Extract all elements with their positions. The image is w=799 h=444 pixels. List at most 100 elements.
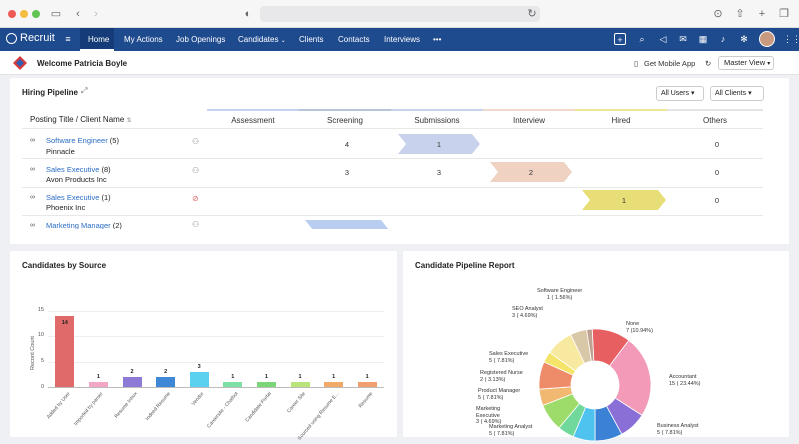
tab-my-actions[interactable]: My Actions — [124, 35, 163, 44]
menu-icon[interactable]: ≡ — [62, 33, 74, 45]
gridline — [48, 361, 384, 363]
pie-label-value: 5 ( 7.81%) — [489, 357, 515, 364]
gear-icon[interactable]: ✻ — [738, 33, 750, 45]
minimize-window-dot[interactable] — [20, 10, 28, 18]
bar-4[interactable] — [189, 371, 209, 387]
gridline — [48, 336, 384, 338]
add-user-icon[interactable]: ⚇ — [192, 220, 199, 229]
blocked-icon[interactable]: ⊘ — [192, 194, 199, 203]
mail-icon[interactable]: ✉ — [677, 33, 689, 45]
user-avatar[interactable] — [759, 31, 775, 47]
calendar-icon[interactable]: ▦ — [697, 33, 709, 45]
maximize-window-dot[interactable] — [32, 10, 40, 18]
others-count[interactable]: 0 — [707, 140, 727, 149]
table-row-partial: ∞ Marketing Manager (2) ⚇ — [22, 216, 763, 229]
screening-count[interactable]: 4 — [337, 140, 357, 149]
reload-icon[interactable]: ↻ — [524, 6, 540, 22]
add-icon[interactable]: + — [614, 33, 626, 45]
posting-title-header[interactable]: Posting Title / Client Name ⇅ — [30, 115, 132, 124]
bar-7[interactable] — [290, 381, 310, 387]
expand-icon[interactable]: ⤢ — [81, 86, 87, 96]
browser-toolbar: ▭ ‹ › ◐ ↻ ⊙ ⇧ + ❐ — [0, 0, 799, 28]
recruit-logo[interactable]: Recruit — [6, 32, 55, 44]
bar-value-label: 14 — [61, 320, 68, 327]
bar-6[interactable] — [256, 381, 276, 387]
bar-value-label: 1 — [332, 373, 336, 380]
assessment-chevron[interactable] — [305, 220, 389, 229]
pie-label-value: 1 ( 1.56%) — [546, 294, 573, 301]
chevron-value: 1 — [436, 140, 442, 149]
share-icon[interactable]: ⇧ — [732, 6, 748, 22]
new-tab-icon[interactable]: + — [754, 6, 770, 22]
table-row-job-link[interactable]: Sales Executive (8) — [46, 165, 111, 174]
chevron-down-icon: ⌄ — [280, 38, 286, 44]
screening-stage-bar — [299, 109, 391, 111]
bar-9[interactable] — [357, 381, 377, 387]
bar-3[interactable] — [156, 376, 176, 387]
submissions-chevron[interactable]: 1 — [398, 134, 480, 154]
tab-candidates[interactable]: Candidates ⌄ — [238, 35, 286, 44]
close-window-dot[interactable] — [8, 10, 16, 18]
forward-icon[interactable]: › — [88, 6, 104, 22]
interview-chevron[interactable]: 2 — [490, 162, 572, 182]
tabs-overview-icon[interactable]: ❐ — [776, 6, 792, 22]
donut-chart — [538, 328, 652, 442]
add-user-icon[interactable]: ⚇ — [192, 166, 199, 175]
add-user-icon[interactable]: ⚇ — [192, 137, 199, 146]
pie-label-value: 5 ( 7.81%) — [657, 429, 683, 436]
get-mobile-app-link[interactable]: Get Mobile App — [644, 59, 695, 68]
chevron-down-icon: ▾ — [748, 90, 752, 97]
others-stage-bar — [667, 109, 763, 111]
posting-title-header-label: Posting Title / Client Name — [30, 115, 125, 124]
tab-contacts[interactable]: Contacts — [338, 35, 370, 44]
pie-label-accountant: Accountant 15 ( 23.44%) — [669, 374, 701, 387]
master-view-label: Master View — [724, 58, 766, 67]
pie-label-sales-executive: Sales Executive 5 ( 7.81%) — [489, 351, 528, 364]
address-bar[interactable] — [260, 6, 540, 22]
filter-users-select[interactable]: All Users ▾ — [656, 86, 704, 101]
report-title: Candidate Pipeline Report — [415, 261, 515, 270]
bar-2[interactable] — [122, 376, 142, 387]
screening-count[interactable]: 3 — [337, 168, 357, 177]
download-icon[interactable]: ⊙ — [710, 6, 726, 22]
chevron-down-icon: ▾ — [767, 61, 771, 67]
megaphone-icon[interactable]: ◁ — [657, 33, 669, 45]
bar-5[interactable] — [223, 381, 243, 387]
pie-label-name: SEO Analyst — [512, 306, 543, 312]
bell-icon[interactable]: ♪ — [717, 33, 729, 45]
bar-8[interactable] — [324, 381, 344, 387]
back-icon[interactable]: ‹ — [70, 6, 86, 22]
hired-chevron[interactable]: 1 — [582, 190, 666, 210]
bar-0[interactable] — [55, 316, 75, 387]
others-count[interactable]: 0 — [707, 196, 727, 205]
table-row-job-link[interactable]: Marketing Manager (2) — [46, 221, 122, 229]
submissions-count[interactable]: 3 — [429, 168, 449, 177]
master-view-select[interactable]: Master View ▾ — [718, 56, 774, 70]
apps-grid-icon[interactable]: ⋮⋮ — [783, 33, 799, 45]
pipeline-title: Hiring Pipeline — [22, 88, 79, 97]
search-icon[interactable]: ⌕ — [636, 33, 648, 45]
tab-clients[interactable]: Clients — [299, 35, 323, 44]
chevron-down-icon: ▾ — [690, 90, 695, 97]
pie-label-name: Registered Nurse — [480, 370, 523, 376]
pie-label-marketing-executive: Marketing Executive 3 ( 4.69%) — [476, 406, 501, 426]
glasses-icon: ∞ — [30, 137, 35, 144]
others-count[interactable]: 0 — [707, 168, 727, 177]
tab-interviews[interactable]: Interviews — [384, 35, 420, 44]
filter-clients-select[interactable]: All Clients ▾ — [710, 86, 764, 101]
pie-label-seo-analyst: SEO Analyst 3 ( 4.69%) — [512, 306, 543, 319]
y-tick-5: 5 — [40, 358, 44, 364]
sidebar-icon[interactable]: ▭ — [48, 6, 64, 22]
more-tabs-button[interactable]: ••• — [433, 35, 441, 44]
submissions-stage-bar — [391, 109, 483, 111]
tab-candidates-label: Candidates — [238, 35, 279, 44]
table-row-job-link[interactable]: Sales Executive (1) — [46, 193, 111, 202]
tab-job-openings[interactable]: Job Openings — [176, 35, 225, 44]
pie-label-name: Marketing Analyst — [489, 424, 533, 430]
glasses-icon: ∞ — [30, 222, 35, 229]
glasses-icon: ∞ — [30, 194, 35, 201]
refresh-icon[interactable]: ↻ — [705, 59, 711, 68]
bar-1[interactable] — [88, 381, 108, 387]
table-row-job-link[interactable]: Software Engineer (5) — [46, 136, 119, 145]
tab-home[interactable]: Home — [88, 35, 109, 44]
